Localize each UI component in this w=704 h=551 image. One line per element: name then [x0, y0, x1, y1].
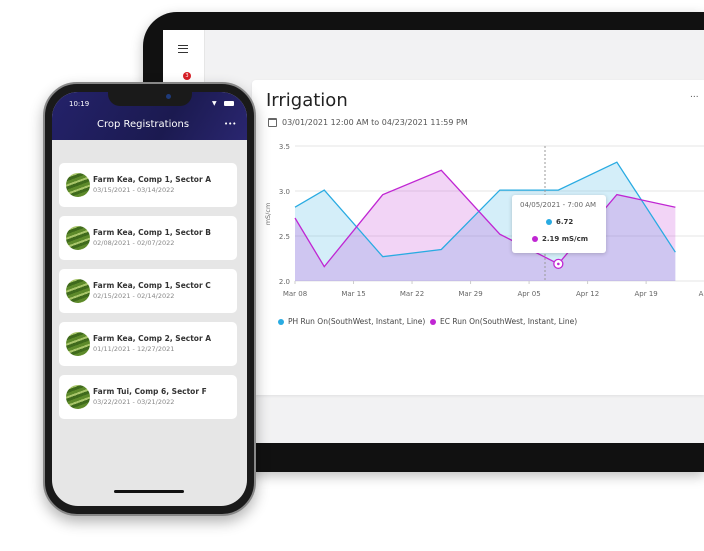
crop-dates: 03/15/2021 - 03/14/2022: [93, 186, 175, 194]
more-options-button[interactable]: •••: [224, 120, 236, 128]
y-tick-label: 3.5: [279, 143, 290, 151]
x-tick-label: Apr: [699, 290, 704, 298]
x-tick-label: Apr 19: [634, 290, 657, 298]
y-tick-label: 2.5: [279, 233, 290, 241]
x-tick-label: Apr 12: [576, 290, 599, 298]
chart-tooltip: 04/05/2021 - 7:00 AM 6.72 2.19 mS/cm: [512, 195, 606, 253]
crop-dates: 03/22/2021 - 03/21/2022: [93, 398, 175, 406]
tooltip-ph: 6.72: [546, 218, 573, 226]
crop-name: Farm Kea, Comp 2, Sector A: [93, 334, 212, 343]
x-tick-label: Mar 29: [458, 290, 482, 298]
tooltip-date: 04/05/2021 - 7:00 AM: [520, 201, 597, 209]
crop-registration-item[interactable]: Farm Kea, Comp 2, Sector A 01/11/2021 - …: [59, 322, 237, 366]
crop-thumbnail: [66, 173, 90, 197]
crop-thumbnail: [66, 332, 90, 356]
legend-item-ec[interactable]: EC Run On(SouthWest, Instant, Line): [430, 317, 577, 326]
tooltip-ec-value: 2.19 mS/cm: [542, 235, 589, 243]
legend-ph-label: PH Run On(SouthWest, Instant, Line): [288, 317, 426, 326]
wifi-icon: ▼: [212, 100, 217, 107]
crop-thumbnail: [66, 385, 90, 409]
crop-registration-item[interactable]: Farm Kea, Comp 1, Sector B 02/08/2021 - …: [59, 216, 237, 260]
x-tick-label: Apr 05: [517, 290, 540, 298]
screen-title: Crop Registrations: [97, 119, 190, 130]
crop-dates: 02/08/2021 - 02/07/2022: [93, 239, 175, 247]
crop-registration-item[interactable]: Farm Kea, Comp 1, Sector C 02/15/2021 - …: [59, 269, 237, 313]
x-tick-label: Mar 15: [341, 290, 365, 298]
home-indicator[interactable]: [114, 490, 184, 493]
legend-item-ph[interactable]: PH Run On(SouthWest, Instant, Line): [278, 317, 425, 326]
camera-icon: [166, 94, 171, 99]
ph-dot-icon: [546, 219, 552, 225]
crop-dates: 02/15/2021 - 02/14/2022: [93, 292, 175, 300]
y-tick-label: 3.0: [279, 188, 290, 196]
crop-name: Farm Tui, Comp 6, Sector F: [93, 387, 207, 396]
status-time: 10:19: [69, 100, 90, 108]
legend-ec-label: EC Run On(SouthWest, Instant, Line): [440, 317, 578, 326]
crop-registration-item[interactable]: Farm Tui, Comp 6, Sector F 03/22/2021 - …: [59, 375, 237, 419]
tooltip-ph-value: 6.72: [556, 218, 574, 226]
phone-notch: [108, 88, 192, 106]
x-tick-label: Mar 22: [400, 290, 424, 298]
crop-name: Farm Kea, Comp 1, Sector B: [93, 228, 211, 237]
crop-dates: 01/11/2021 - 12/27/2021: [93, 345, 175, 353]
crop-registration-item[interactable]: Farm Kea, Comp 1, Sector A 03/15/2021 - …: [59, 163, 237, 207]
y-tick-label: 2.0: [279, 278, 290, 286]
x-tick-label: Mar 08: [283, 290, 307, 298]
phone-screen: 10:19 ▼ Crop Registrations ••• Farm Kea,…: [52, 92, 247, 506]
crop-name: Farm Kea, Comp 1, Sector C: [93, 281, 211, 290]
ec-dot-icon: [532, 236, 538, 242]
highlight-point-center: [557, 262, 560, 266]
legend-ph-icon: [278, 318, 284, 325]
crop-thumbnail: [66, 226, 90, 250]
crop-thumbnail: [66, 279, 90, 303]
y-axis-label: mS/cm: [264, 203, 272, 226]
crop-name: Farm Kea, Comp 1, Sector A: [93, 175, 212, 184]
battery-icon: [224, 101, 234, 106]
legend-ec-icon: [430, 318, 436, 325]
tooltip-ec: 2.19 mS/cm: [532, 235, 588, 243]
